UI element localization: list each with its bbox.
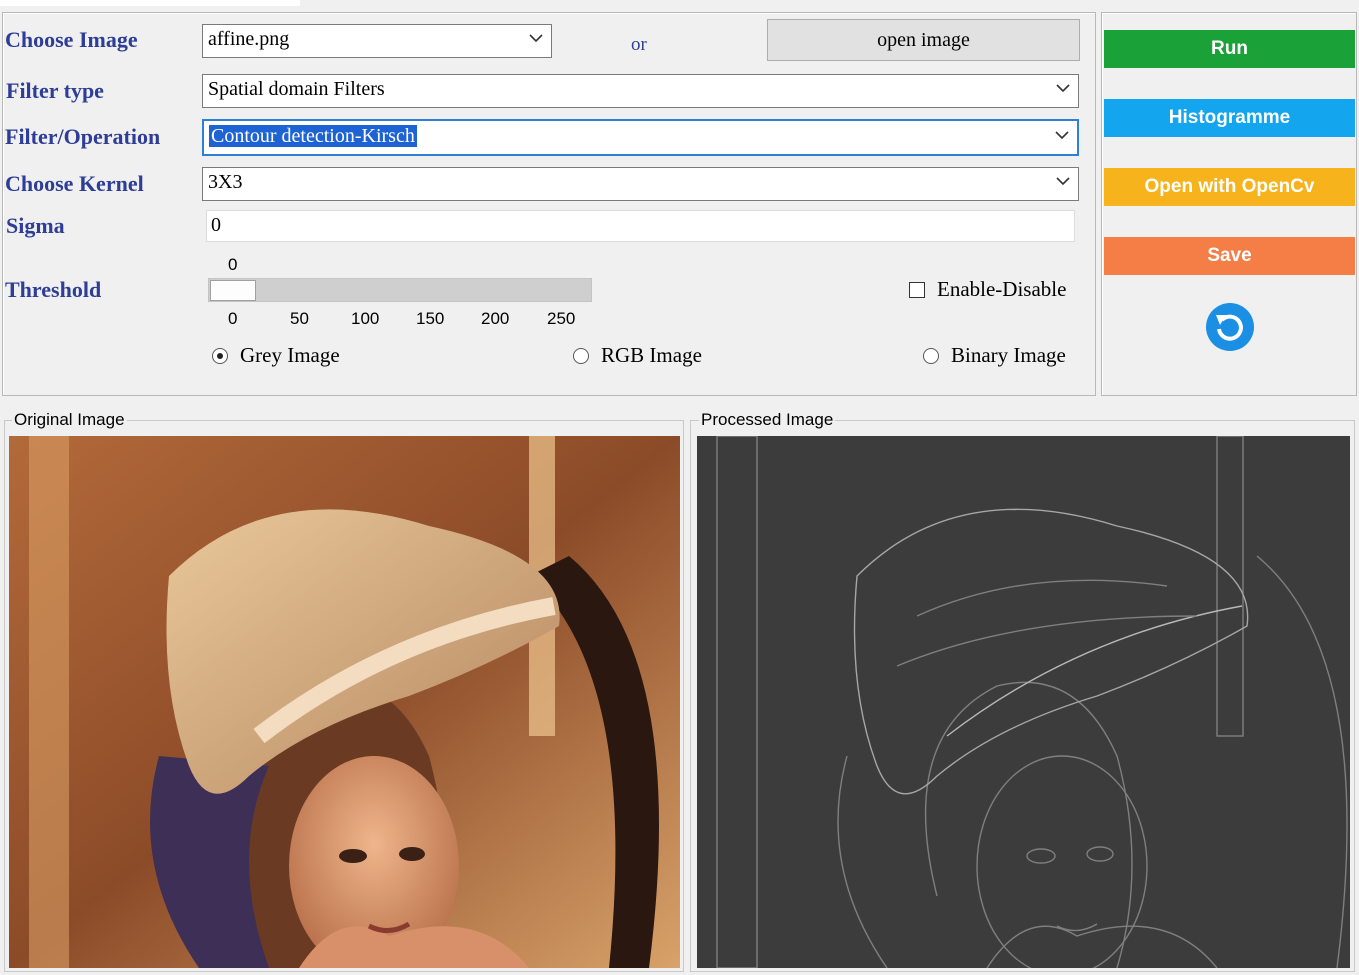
choose-image-label: Choose Image <box>5 27 138 52</box>
original-image <box>9 436 680 968</box>
choose-image-dropdown[interactable]: affine.png <box>202 24 552 58</box>
chevron-down-icon <box>1056 84 1070 93</box>
threshold-slider[interactable] <box>208 278 592 302</box>
threshold-label: Threshold <box>5 277 102 302</box>
open-with-opencv-button[interactable]: Open with OpenCv <box>1104 168 1355 206</box>
threshold-tick-label: 200 <box>481 309 510 328</box>
histogram-button[interactable]: Histogramme <box>1104 99 1355 137</box>
chevron-down-icon <box>529 34 543 43</box>
binary-image-radio[interactable] <box>923 348 939 364</box>
grey-image-radio[interactable] <box>212 348 228 364</box>
chevron-down-icon <box>1055 130 1069 139</box>
controls-panel <box>2 12 1096 396</box>
save-button[interactable]: Save <box>1104 237 1355 275</box>
choose-image-value: affine.png <box>208 28 290 50</box>
binary-image-label: Binary Image <box>951 343 1066 367</box>
threshold-tick-label: 150 <box>416 309 445 328</box>
rgb-image-label: RGB Image <box>601 343 702 367</box>
filter-type-label: Filter type <box>6 78 104 103</box>
open-image-button[interactable]: open image <box>767 19 1080 61</box>
chevron-down-icon <box>1056 177 1070 186</box>
title-strip <box>0 0 300 6</box>
threshold-tick-label: 100 <box>351 309 380 328</box>
processed-image <box>697 436 1350 968</box>
sigma-value: 0 <box>211 214 221 236</box>
choose-kernel-label: Choose Kernel <box>5 171 144 196</box>
refresh-button[interactable] <box>1206 303 1254 351</box>
threshold-slider-thumb[interactable] <box>210 280 256 301</box>
enable-disable-checkbox[interactable] <box>909 282 925 298</box>
filter-operation-dropdown[interactable]: Contour detection-Kirsch <box>202 119 1079 156</box>
threshold-tick-label: 250 <box>547 309 576 328</box>
filter-operation-label: Filter/Operation <box>5 124 161 149</box>
or-text: or <box>631 34 647 55</box>
choose-kernel-value: 3X3 <box>208 171 243 193</box>
threshold-tick-label: 50 <box>290 309 309 328</box>
filter-type-value: Spatial domain Filters <box>208 78 385 100</box>
grey-image-label: Grey Image <box>240 343 340 367</box>
sigma-label: Sigma <box>6 213 65 238</box>
filter-type-dropdown[interactable]: Spatial domain Filters <box>202 74 1079 108</box>
choose-kernel-dropdown[interactable]: 3X3 <box>202 167 1079 201</box>
filter-operation-value: Contour detection-Kirsch <box>209 125 417 147</box>
original-image-title: Original Image <box>12 410 127 430</box>
run-button[interactable]: Run <box>1104 30 1355 68</box>
threshold-current-value: 0 <box>228 255 238 274</box>
threshold-tick-label: 0 <box>228 309 238 328</box>
rgb-image-radio[interactable] <box>573 348 589 364</box>
sigma-input[interactable]: 0 <box>206 210 1075 242</box>
processed-image-title: Processed Image <box>699 410 836 430</box>
enable-disable-label: Enable-Disable <box>937 277 1067 301</box>
refresh-icon <box>1216 314 1243 341</box>
